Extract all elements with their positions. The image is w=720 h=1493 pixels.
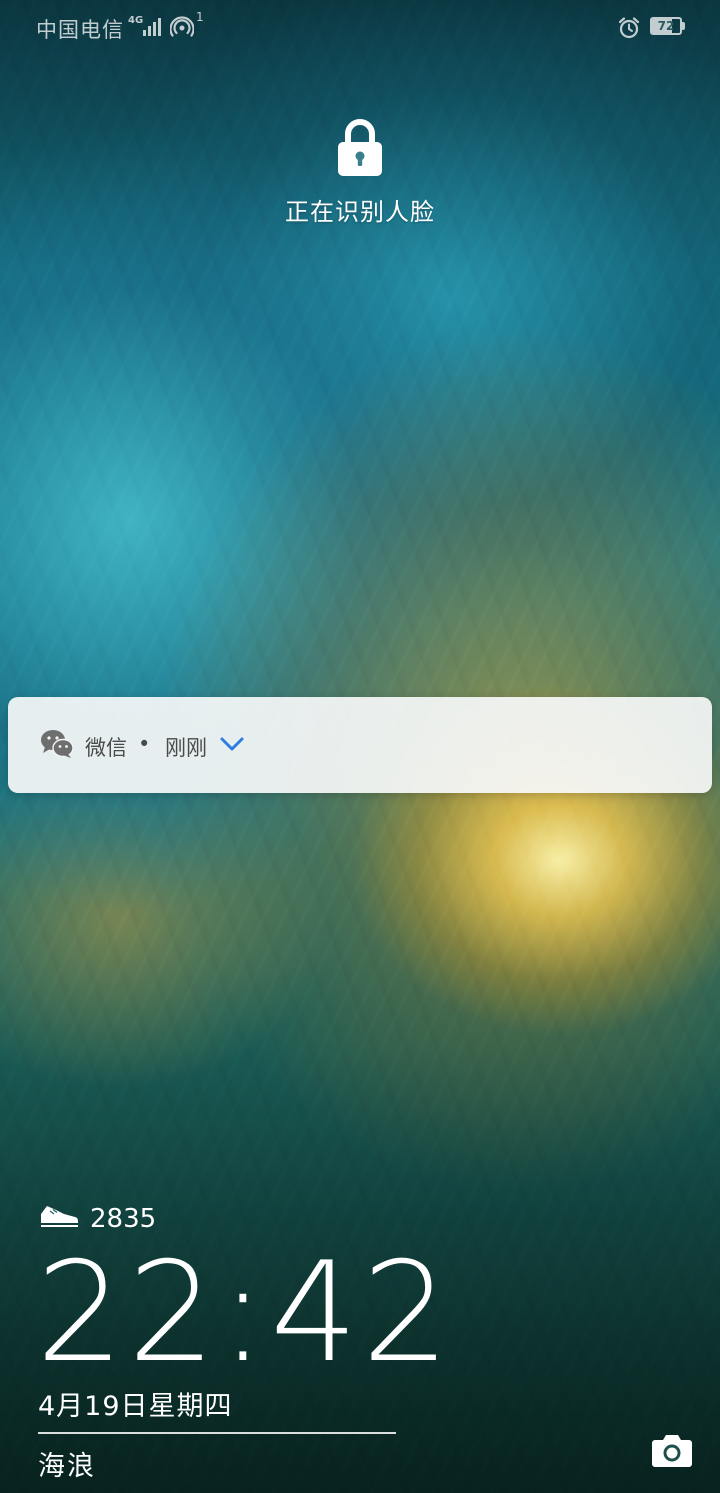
- lock-screen: 中国电信 4G 1 72 正在识别人脸 微信 • 刚刚 2835 22:42 4…: [0, 0, 720, 1493]
- alarm-icon: [618, 17, 640, 39]
- sneaker-icon: [41, 1206, 79, 1227]
- magazine-title[interactable]: 海浪: [38, 1444, 96, 1483]
- network-type-label: 4G: [128, 15, 144, 26]
- hotspot-count: 1: [196, 10, 204, 24]
- chevron-down-icon[interactable]: [218, 733, 246, 755]
- status-bar: 中国电信 4G 1 72: [0, 0, 720, 56]
- step-count: 2835: [90, 1204, 157, 1234]
- carrier-name: 中国电信: [36, 18, 124, 42]
- battery-icon: 72: [650, 17, 686, 35]
- signal-icon: [143, 18, 161, 36]
- lock-icon[interactable]: [336, 116, 384, 178]
- clock-time: 22:42: [36, 1232, 454, 1393]
- battery-level: 72: [657, 19, 675, 33]
- notification-app-name: 微信: [85, 736, 127, 760]
- notification-separator: •: [138, 732, 151, 756]
- divider: [38, 1432, 396, 1434]
- notification-time: 刚刚: [165, 736, 207, 760]
- wechat-icon: [41, 730, 74, 758]
- hotspot-icon: [170, 16, 194, 37]
- face-recognition-status: 正在识别人脸: [285, 198, 435, 226]
- camera-icon[interactable]: [651, 1432, 693, 1468]
- battery-tip: [682, 22, 685, 30]
- wechat-notification[interactable]: 微信 • 刚刚: [8, 697, 712, 793]
- date-label: 4月19日星期四: [38, 1391, 233, 1422]
